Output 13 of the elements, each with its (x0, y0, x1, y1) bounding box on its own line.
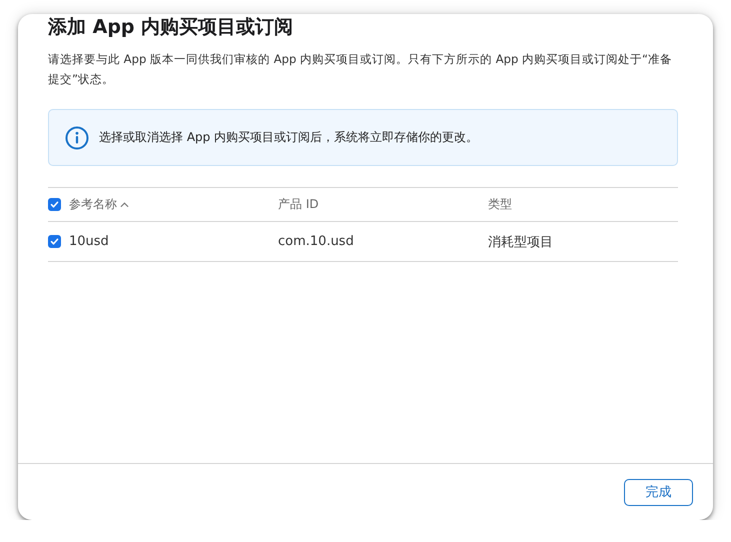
column-header[interactable]: 参考名称 (69, 196, 117, 213)
dialog-title: 添加 App 内购买项目或订阅 (48, 15, 294, 40)
column-header[interactable]: 产品 ID (278, 196, 319, 213)
checkbox[interactable] (48, 198, 61, 211)
column-header[interactable]: 类型 (488, 196, 512, 213)
info-icon (65, 126, 89, 150)
checkbox[interactable] (48, 235, 61, 248)
table-cell-text: 消耗型项目 (488, 234, 553, 250)
table-cell: 10usd (69, 234, 109, 249)
dialog-description: 请选择要与此 App 版本一同供我们审核的 App 内购买项目或订阅。只有下方所示的 App 内购买项目或订阅处于“准备提交”状态。 (48, 51, 674, 88)
done-button[interactable]: 完成 (624, 478, 693, 506)
table-cell: com.10.usd (278, 234, 354, 249)
notice-text: 选择或取消选择 App 内购买项目或订阅后，系统将立即存储你的更改。 (99, 129, 478, 146)
